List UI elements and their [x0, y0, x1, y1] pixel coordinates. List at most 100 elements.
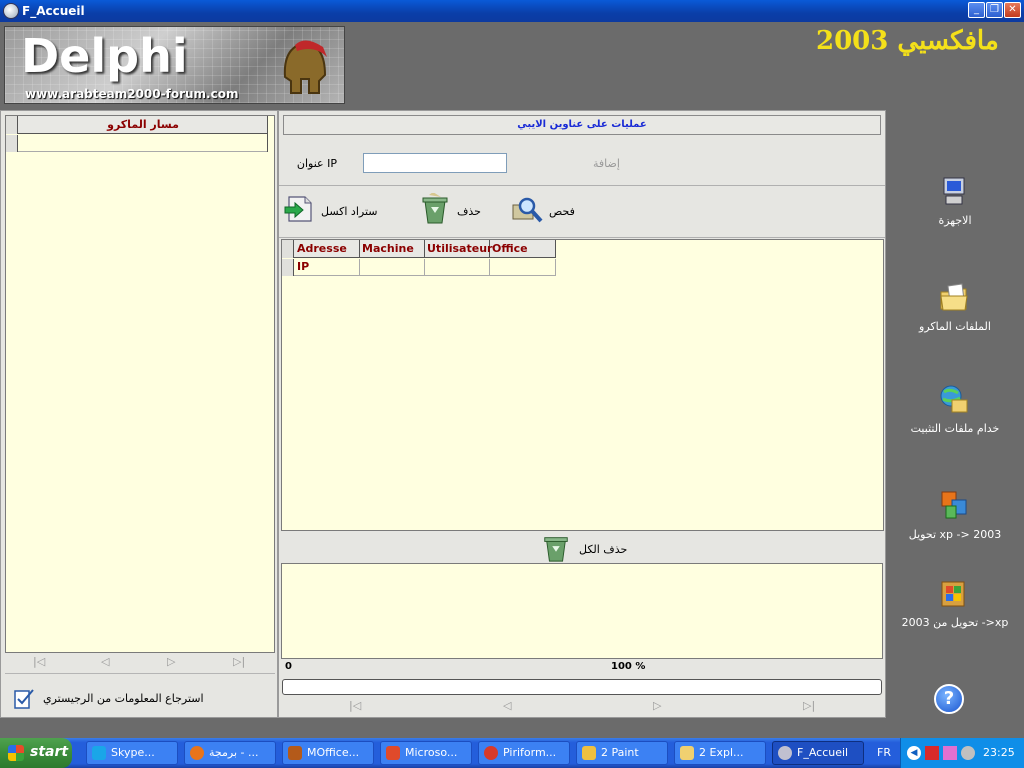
start-label: start [30, 744, 69, 760]
table-row[interactable] [6, 135, 267, 152]
skype-icon [92, 746, 106, 760]
check-button[interactable]: فحص [511, 193, 591, 229]
network-server-icon [940, 385, 968, 413]
macro-files-label: الملفات الماكرو [919, 320, 991, 333]
grid-column-macro-path[interactable]: مسار الماكرو [19, 118, 267, 131]
grid-column-office[interactable]: Office [490, 240, 556, 258]
delete-all-label: حذف الكل [579, 543, 628, 556]
network-icon[interactable] [943, 746, 957, 760]
task-label: F_Accueil [797, 746, 849, 759]
taskbar: start Skype... برمجة - ... MOffice... Mi… [0, 738, 1024, 768]
tray-expand-icon[interactable]: ◀ [907, 746, 921, 760]
log-memo[interactable] [281, 563, 883, 659]
brand-title: مافكسيي 2003 [816, 26, 999, 56]
convert-2003-xp-label: تحويل من 2003 ->xp [901, 616, 1009, 629]
add-button[interactable]: إضافة [593, 157, 620, 170]
volume-icon[interactable] [961, 746, 975, 760]
progress-min-label: 0 [285, 661, 292, 672]
install-server-label: خدام ملفات التثبيت [910, 422, 1000, 435]
grid-column-user[interactable]: Utilisateur [425, 240, 492, 258]
delphi-logo: Delphi www.arabteam2000-forum.com [4, 26, 345, 104]
paint-icon [582, 746, 596, 760]
convert-xp-2003-button[interactable]: تحويل xp -> 2003 [886, 490, 1024, 560]
language-indicator[interactable]: FR [877, 746, 891, 759]
delete-button[interactable]: حذف [419, 193, 489, 229]
restore-button[interactable]: ❐ [986, 2, 1003, 18]
ip-operations-panel: عمليات على عناوين الايبي عنوان IP إضافة … [278, 110, 886, 718]
office-convert-icon [941, 491, 967, 519]
close-button[interactable]: ✕ [1004, 2, 1021, 18]
help-icon[interactable]: ? [934, 684, 964, 714]
nav-last-button[interactable]: ▷| [803, 699, 815, 712]
macro-files-button[interactable]: الملفات الماكرو [886, 282, 1024, 352]
taskbar-item-firefox[interactable]: برمجة - ... [184, 741, 276, 765]
start-button[interactable]: start [0, 738, 72, 768]
taskbar-item-f-accueil[interactable]: F_Accueil [772, 741, 864, 765]
logo-word: Delphi [21, 29, 188, 83]
logo-url: www.arabteam2000-forum.com [25, 87, 239, 101]
checklist-icon [14, 689, 34, 709]
delete-label: حذف [457, 205, 481, 218]
task-label: Piriform... [503, 746, 557, 759]
task-label: 2 Paint [601, 746, 639, 759]
progress-bar [282, 679, 882, 695]
app-icon [778, 746, 792, 760]
registry-action[interactable]: استرجاع المعلومات من الرجيستري [5, 673, 275, 715]
progress-percent-label: 100 % [611, 661, 646, 672]
antivirus-icon[interactable] [925, 746, 939, 760]
minimize-button[interactable]: _ [968, 2, 985, 18]
task-label: برمجة - ... [209, 746, 259, 759]
nav-next-button[interactable]: ▷ [653, 699, 661, 712]
excel-import-icon [284, 196, 312, 222]
nav-next-button[interactable]: ▷ [167, 655, 175, 668]
magnifier-icon [512, 197, 543, 223]
taskbar-item-piriform[interactable]: Piriform... [478, 741, 570, 765]
nav-prior-button[interactable]: ◁ [503, 699, 511, 712]
app-icon[interactable] [3, 3, 19, 19]
table-row[interactable] [282, 259, 556, 276]
window-title-bar[interactable]: F_Accueil _ ❐ ✕ [0, 0, 1024, 22]
ip-address-input[interactable] [363, 153, 507, 173]
taskbar-item-moffice[interactable]: MOffice... [282, 741, 374, 765]
computer-icon [943, 177, 965, 205]
grid-column-ip[interactable]: Adresse IP [295, 240, 360, 273]
ip-grid[interactable]: Adresse IP Machine Utilisateur Office [281, 239, 884, 531]
convert-2003-xp-button[interactable]: تحويل من 2003 ->xp [886, 578, 1024, 648]
folder-icon [680, 746, 694, 760]
nav-first-button[interactable]: |◁ [33, 655, 45, 668]
spartan-helmet-icon [283, 40, 327, 94]
import-excel-label: ستراد اكسل [321, 205, 378, 218]
grid-header: مسار الماكرو [6, 116, 267, 134]
taskbar-item-explorer[interactable]: 2 Expl... [674, 741, 766, 765]
system-tray: ◀ 23:25 [900, 738, 1024, 768]
taskbar-item-paint[interactable]: 2 Paint [576, 741, 668, 765]
ccleaner-icon [484, 746, 498, 760]
task-label: Skype... [111, 746, 155, 759]
check-label: فحص [549, 205, 575, 218]
grid-column-machine[interactable]: Machine [360, 240, 425, 258]
nav-first-button[interactable]: |◁ [349, 699, 361, 712]
registry-label: استرجاع المعلومات من الرجيستري [43, 692, 204, 705]
devices-button[interactable]: الاجهزة [886, 176, 1024, 246]
right-toolbar: الاجهزة الملفات الماكرو خدام ملفات التثب… [886, 110, 1024, 718]
office-convert-back-icon [941, 581, 965, 607]
import-excel-button[interactable]: ستراد اكسل [283, 193, 393, 229]
panel-title: عمليات على عناوين الايبي [283, 115, 881, 135]
task-label: Microso... [405, 746, 458, 759]
clock: 23:25 [983, 746, 1015, 759]
taskbar-item-microsoft[interactable]: Microso... [380, 741, 472, 765]
nav-prior-button[interactable]: ◁ [101, 655, 109, 668]
windows-logo-icon [8, 745, 24, 761]
recycle-bin-icon [544, 537, 568, 562]
office-icon [386, 746, 400, 760]
macro-path-grid[interactable]: مسار الماكرو [5, 115, 275, 653]
recycle-bin-icon [422, 193, 448, 224]
devices-label: الاجهزة [938, 214, 972, 227]
center-grid-navigator: |◁ ◁ ▷ ▷| [283, 699, 883, 713]
taskbar-item-skype[interactable]: Skype... [86, 741, 178, 765]
folder-icon [940, 283, 968, 311]
app-header: Delphi www.arabteam2000-forum.com مافكسي… [0, 22, 1024, 110]
install-server-button[interactable]: خدام ملفات التثبيت [886, 384, 1024, 454]
nav-last-button[interactable]: ▷| [233, 655, 245, 668]
grid-header: Adresse IP Machine Utilisateur Office [282, 240, 556, 273]
